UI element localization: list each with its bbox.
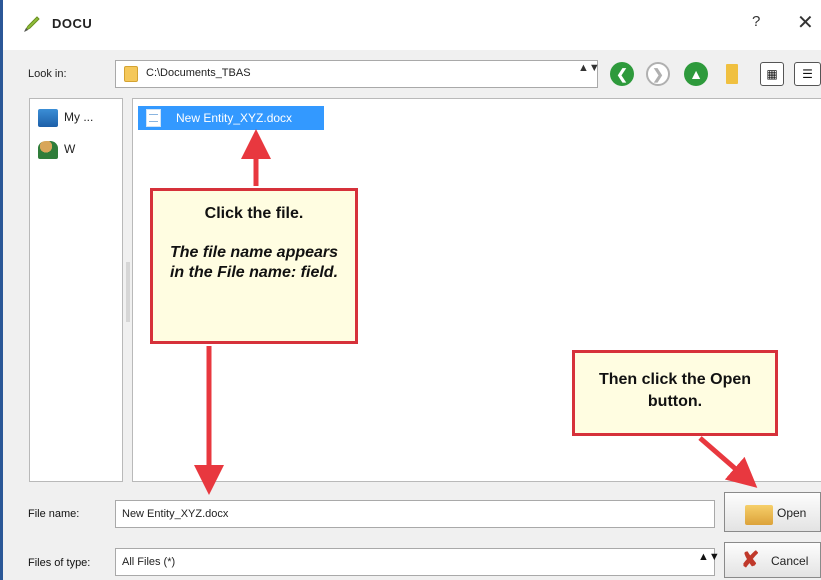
places-sidebar: My ... W	[29, 98, 123, 482]
files-of-type-dropdown[interactable]: All Files (*) ▲▼	[115, 548, 720, 576]
back-button[interactable]: ❮	[610, 62, 634, 86]
open-folder-icon	[745, 505, 773, 525]
detail-view-button[interactable]: ☰	[794, 62, 821, 86]
callout-heading: Click the file.	[204, 205, 304, 222]
file-name-label: File name:	[28, 508, 80, 520]
close-button[interactable]: ✕	[797, 10, 814, 35]
splitter-grip[interactable]	[126, 262, 130, 322]
folder-icon	[124, 66, 138, 82]
look-in-value: C:\Documents_TBAS	[146, 67, 251, 79]
instruction-callout-open-button: Then click the Open button.	[572, 350, 778, 436]
instruction-callout-click-file: Click the file. The file name appears in…	[150, 188, 358, 344]
window-edge	[0, 0, 3, 580]
cancel-button-label: Cancel	[771, 554, 809, 568]
cancel-x-icon: ✘	[741, 547, 760, 572]
callout-body: Then click the Open button.	[598, 371, 752, 410]
help-button[interactable]: ?	[752, 13, 760, 30]
sidebar-item-my-computer[interactable]: My ...	[38, 109, 93, 127]
list-view-button[interactable]: ▦	[760, 62, 784, 86]
callout-body: The file name appears in the File name: …	[169, 244, 339, 281]
parent-directory-button[interactable]: ▲	[684, 62, 708, 86]
look-in-dropdown[interactable]: C:\Documents_TBAS ▲▼	[115, 60, 600, 88]
dropdown-arrows-icon: ▲▼	[578, 62, 600, 74]
new-folder-button[interactable]	[726, 64, 738, 84]
sidebar-item-label: My ...	[64, 110, 94, 125]
title-bar	[0, 0, 821, 50]
dropdown-arrows-icon: ▲▼	[698, 551, 720, 563]
app-pencil-icon	[24, 16, 40, 32]
file-icon-lines	[149, 114, 158, 122]
file-item-selected[interactable]: New Entity_XYZ.docx	[138, 106, 324, 130]
sidebar-item-label: W	[64, 142, 76, 157]
window-title: DOCU	[52, 16, 93, 31]
cancel-button[interactable]: ✘ Cancel	[724, 542, 821, 578]
open-button-label: Open	[777, 506, 807, 520]
files-of-type-value: All Files (*)	[122, 556, 176, 568]
file-name-text: New Entity_XYZ.docx	[176, 111, 293, 125]
sidebar-item-user[interactable]: W	[38, 141, 75, 159]
look-in-label: Look in:	[28, 68, 67, 80]
forward-button[interactable]: ❯	[646, 62, 670, 86]
file-name-field[interactable]	[115, 500, 715, 528]
open-button[interactable]: Open	[724, 492, 821, 532]
files-of-type-label: Files of type:	[28, 557, 91, 569]
user-folder-icon	[38, 141, 58, 159]
docx-file-icon	[146, 109, 161, 127]
computer-icon	[38, 109, 58, 127]
